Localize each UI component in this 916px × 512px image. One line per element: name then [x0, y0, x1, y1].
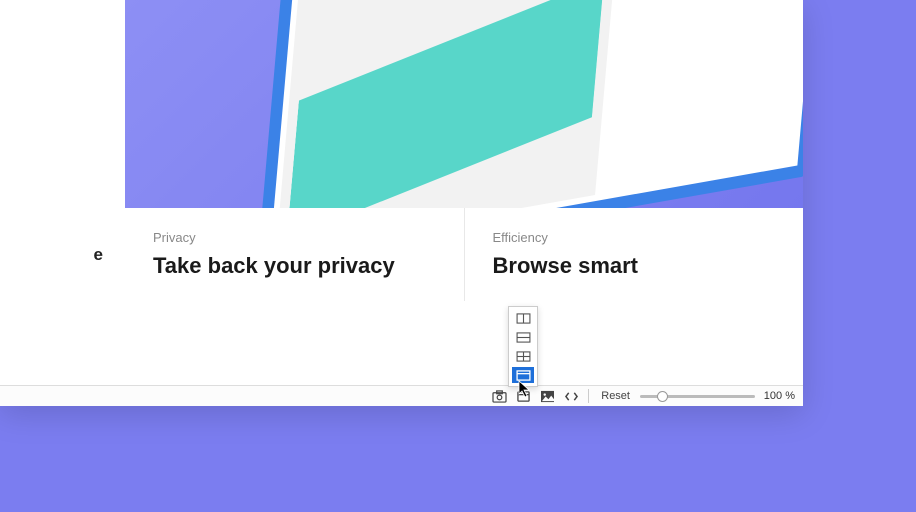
layout-option-panel[interactable] — [512, 367, 534, 383]
toolbar-separator — [588, 389, 589, 403]
layout-popup — [508, 306, 538, 387]
devtools-toolbar: Reset 100 % — [0, 385, 803, 406]
layout-option-grid[interactable] — [512, 348, 534, 364]
zoom-percent-label: 100 % — [761, 390, 795, 402]
mockup-panel-right: Personal Branding — [601, 0, 803, 194]
screenshot-icon[interactable] — [490, 388, 508, 404]
reset-button[interactable]: Reset — [597, 390, 634, 402]
devtools-window: Personal Branding e Privacy Take back yo… — [0, 0, 803, 406]
image-icon[interactable] — [538, 388, 556, 404]
feature-cards: e Privacy Take back your privacy Efficie… — [0, 208, 803, 301]
card-title: Take back your privacy — [153, 253, 436, 279]
zoom-slider[interactable] — [640, 389, 755, 403]
mockup-screen: Personal Branding — [270, 0, 803, 208]
card-partial-text: e — [94, 245, 103, 265]
slider-thumb[interactable] — [657, 391, 668, 402]
code-icon[interactable] — [562, 388, 580, 404]
card-privacy[interactable]: Privacy Take back your privacy — [125, 208, 465, 301]
layout-option-columns[interactable] — [512, 310, 534, 326]
layout-option-rows[interactable] — [512, 329, 534, 345]
card-partial-left[interactable]: e — [0, 208, 125, 301]
emulation-icon[interactable] — [514, 388, 532, 404]
mockup-panel-left — [276, 0, 617, 208]
card-efficiency[interactable]: Efficiency Browse smart — [465, 208, 804, 301]
card-category: Efficiency — [493, 230, 776, 245]
hero-banner: Personal Branding — [125, 0, 803, 208]
card-title: Browse smart — [493, 253, 776, 279]
device-mockup: Personal Branding — [257, 0, 803, 208]
card-category: Privacy — [153, 230, 436, 245]
